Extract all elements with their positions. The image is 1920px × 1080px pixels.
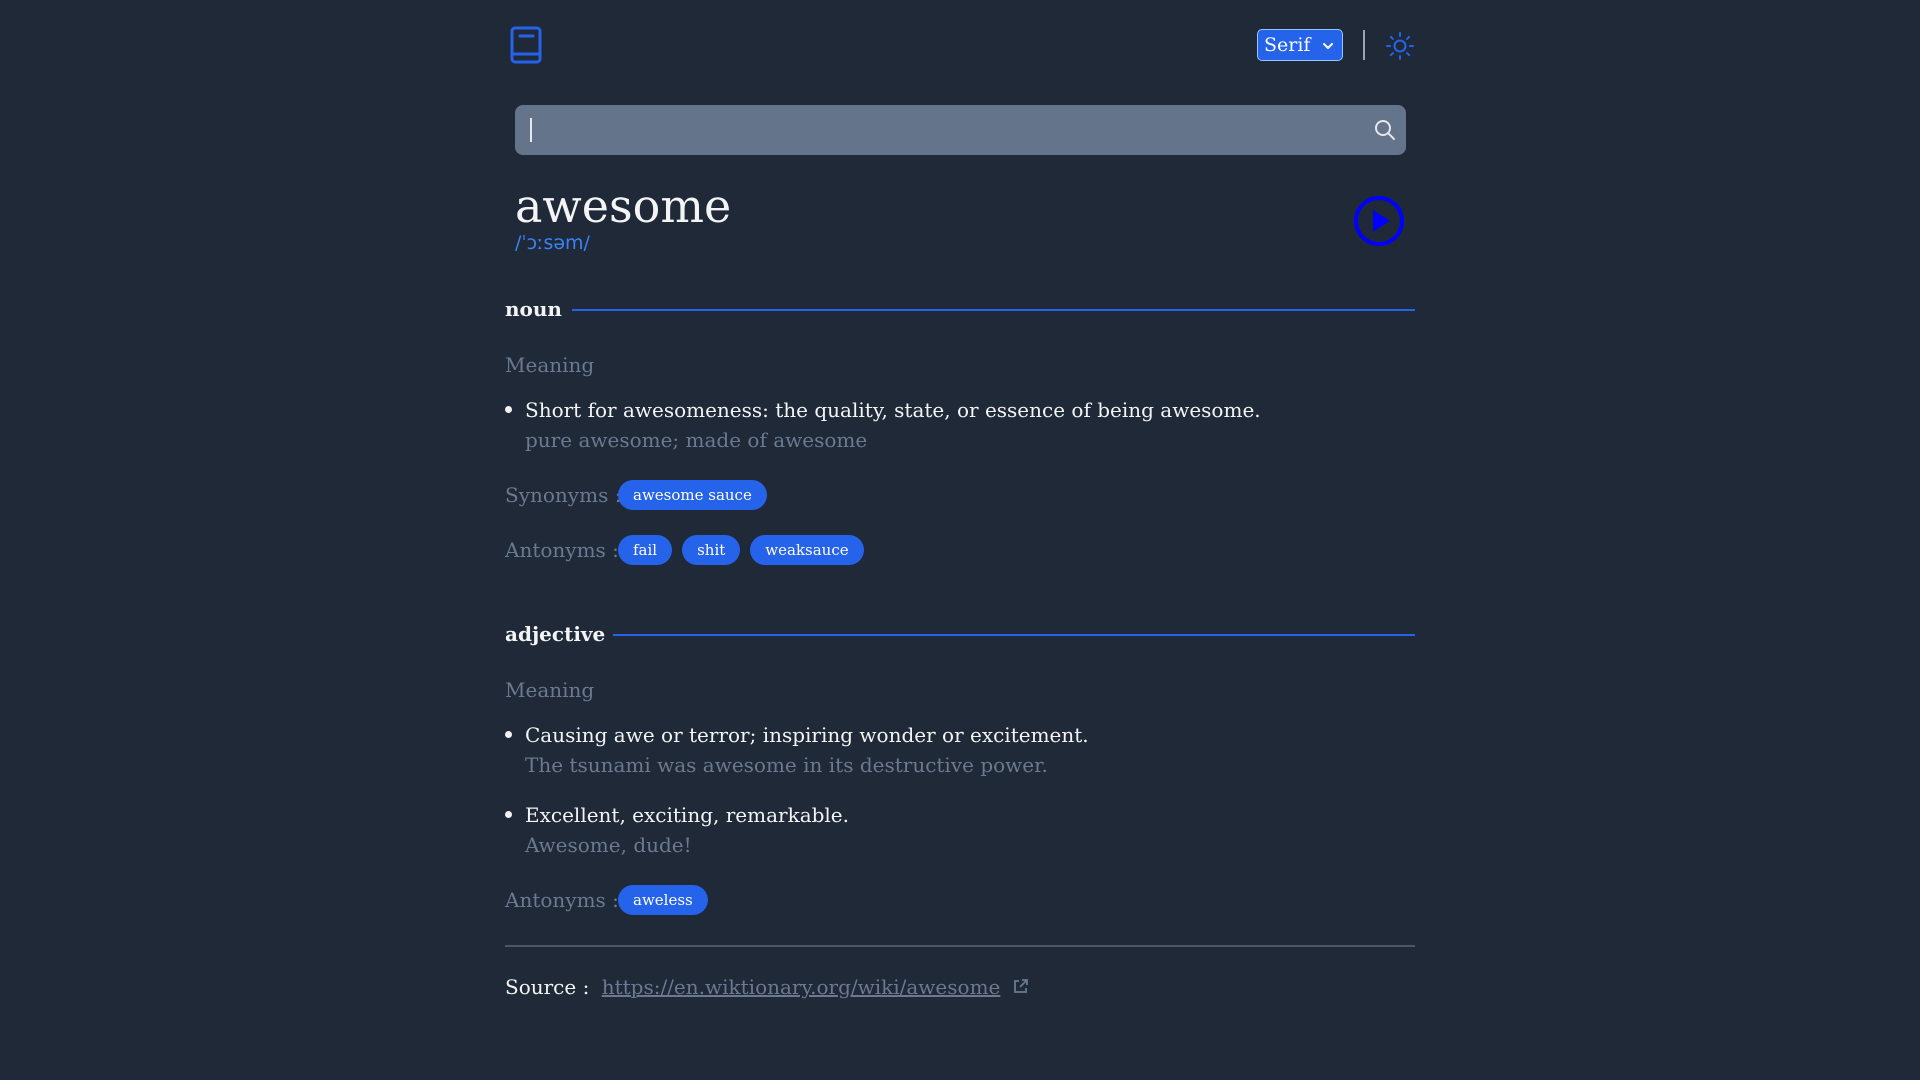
word-title: awesome bbox=[515, 179, 732, 233]
header-divider bbox=[1363, 30, 1365, 60]
antonyms-label: Antonyms : bbox=[505, 888, 619, 912]
font-select-value: Serif bbox=[1264, 34, 1311, 56]
dictionary-app: Serif awesome /ˈɔːsəm/ noun Meaning Shor… bbox=[505, 0, 1415, 999]
antonym-tag[interactable]: aweless bbox=[618, 885, 708, 915]
antonyms-list: aweless bbox=[618, 885, 708, 915]
text-caret bbox=[530, 118, 532, 142]
antonym-tag[interactable]: shit bbox=[682, 535, 741, 565]
bullet bbox=[505, 731, 512, 738]
pos-label: noun bbox=[505, 297, 562, 321]
search-input[interactable] bbox=[535, 105, 1359, 157]
external-link-icon[interactable] bbox=[1012, 978, 1029, 995]
source-label: Source : bbox=[505, 975, 590, 999]
bullet bbox=[505, 811, 512, 818]
synonyms-label: Synonyms : bbox=[505, 483, 622, 507]
meaning-label: Meaning bbox=[505, 353, 595, 377]
pos-label: adjective bbox=[505, 622, 606, 646]
definition-example: The tsunami was awesome in its destructi… bbox=[525, 753, 1048, 777]
antonym-tag[interactable]: weaksauce bbox=[750, 535, 864, 565]
definition-text: Excellent, exciting, remarkable. bbox=[525, 803, 850, 827]
source-link[interactable]: https://en.wiktionary.org/wiki/awesome bbox=[602, 975, 1001, 999]
source-row: Source : https://en.wiktionary.org/wiki/… bbox=[505, 972, 1029, 1002]
search-icon[interactable] bbox=[1373, 118, 1397, 142]
antonym-tag[interactable]: fail bbox=[618, 535, 673, 565]
pos-heading-noun: noun bbox=[505, 294, 1415, 324]
synonym-tag[interactable]: awesome sauce bbox=[618, 480, 767, 510]
sun-icon[interactable] bbox=[1385, 31, 1415, 61]
antonyms-list: fail shit weaksauce bbox=[618, 535, 864, 565]
synonyms-list: awesome sauce bbox=[618, 480, 767, 510]
pos-heading-adjective: adjective bbox=[505, 619, 1415, 649]
definition-text: Causing awe or terror; inspiring wonder … bbox=[525, 723, 1089, 747]
header: Serif bbox=[505, 0, 1415, 90]
definition-text: Short for awesomeness: the quality, stat… bbox=[525, 398, 1261, 422]
pos-divider bbox=[572, 309, 1415, 311]
meaning-label: Meaning bbox=[505, 678, 595, 702]
play-icon[interactable] bbox=[1353, 195, 1405, 247]
book-icon[interactable] bbox=[509, 26, 543, 64]
pos-divider bbox=[613, 634, 1415, 636]
chevron-down-icon bbox=[1323, 43, 1333, 49]
phonetic: /ˈɔːsəm/ bbox=[515, 232, 590, 254]
definition-example: Awesome, dude! bbox=[525, 833, 692, 857]
definition-example: pure awesome; made of awesome bbox=[525, 428, 868, 452]
bullet bbox=[505, 406, 512, 413]
antonyms-label: Antonyms : bbox=[505, 538, 619, 562]
font-select[interactable]: Serif bbox=[1257, 29, 1343, 61]
footer-divider bbox=[505, 945, 1415, 947]
search-bar bbox=[515, 105, 1406, 157]
